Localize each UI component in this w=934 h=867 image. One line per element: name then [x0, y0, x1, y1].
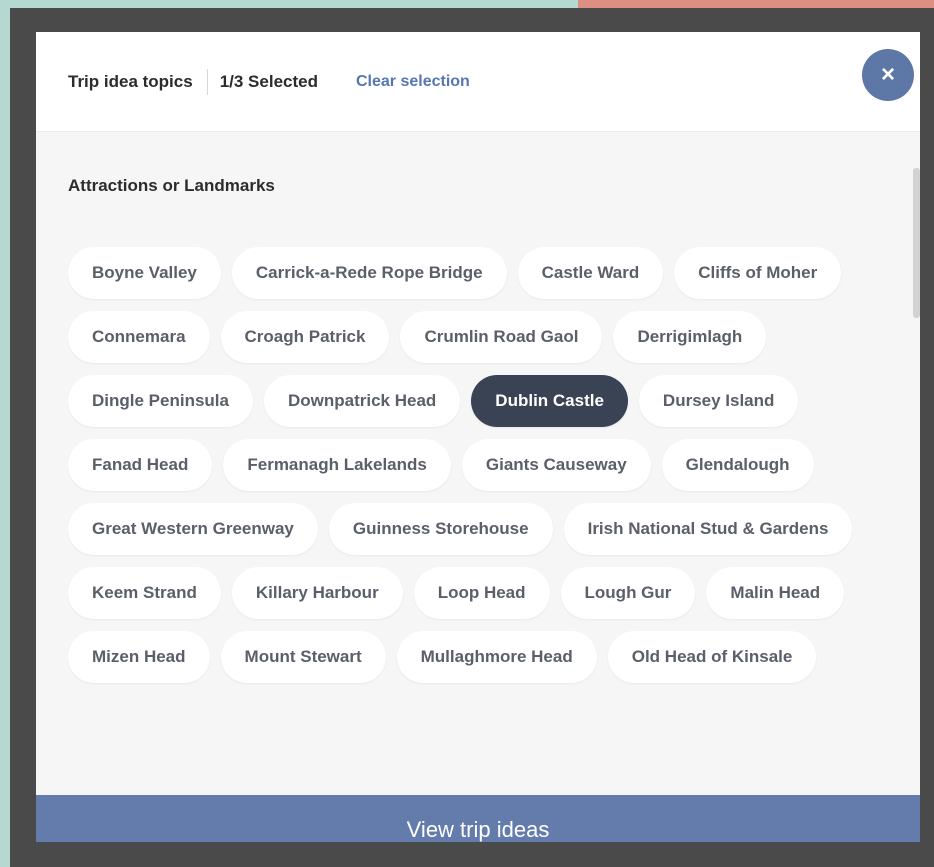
section-title: Attractions or Landmarks — [68, 176, 275, 195]
topic-chip[interactable]: Irish National Stud & Gardens — [563, 503, 853, 555]
topic-chip[interactable]: Cliffs of Moher — [674, 247, 842, 299]
topic-chip[interactable]: Boyne Valley — [68, 247, 221, 299]
topic-chip[interactable]: Lough Gur — [560, 567, 696, 619]
topic-chip[interactable]: Derrigimlagh — [613, 311, 767, 363]
topic-chip[interactable]: Dursey Island — [638, 375, 799, 427]
view-trip-ideas-button[interactable]: View trip ideas — [36, 795, 920, 842]
chip-list: Boyne Valley Carrick-a-Rede Rope Bridge Ca… — [68, 247, 868, 683]
topic-chip[interactable]: Killary Harbour — [231, 567, 403, 619]
topic-chip[interactable]: Glendalough — [661, 439, 814, 491]
header-divider — [206, 68, 208, 95]
topic-chip[interactable]: Crumlin Road Gaol — [400, 311, 603, 363]
topic-chip[interactable]: Malin Head — [706, 567, 845, 619]
topic-chip[interactable]: Mizen Head — [68, 631, 210, 683]
topic-chip[interactable]: Mullaghmore Head — [396, 631, 597, 683]
topic-chip[interactable]: Connemara — [68, 311, 210, 363]
clear-selection-link[interactable]: Clear selection — [356, 73, 470, 91]
topic-chip[interactable]: Dingle Peninsula — [68, 375, 253, 427]
trip-topics-modal: Trip idea topics 1/3 Selected Clear sele… — [36, 32, 920, 842]
topic-chip[interactable]: Downpatrick Head — [263, 375, 461, 427]
topic-chip[interactable]: Fermanagh Lakelands — [223, 439, 451, 491]
topic-chip[interactable]: Dublin Castle — [471, 375, 628, 427]
topic-chip[interactable]: Fanad Head — [68, 439, 213, 491]
close-button[interactable]: × — [862, 49, 914, 101]
topic-chip[interactable]: Great Western Greenway — [68, 503, 318, 555]
topic-chip[interactable]: Loop Head — [413, 567, 550, 619]
view-trip-ideas-label: View trip ideas — [406, 817, 550, 842]
topic-chip[interactable]: Mount Stewart — [220, 631, 386, 683]
topics-scroll-area[interactable]: Attractions or Landmarks Boyne Valley Car… — [36, 132, 920, 795]
modal-title: Trip idea topics — [68, 71, 193, 91]
topic-chip[interactable]: Croagh Patrick — [220, 311, 390, 363]
modal-header: Trip idea topics 1/3 Selected Clear sele… — [36, 32, 920, 132]
topic-chip[interactable]: Guinness Storehouse — [328, 503, 553, 555]
topic-chip[interactable]: Castle Ward — [517, 247, 664, 299]
scrollbar-thumb[interactable] — [913, 168, 920, 318]
topic-chip[interactable]: Giants Causeway — [461, 439, 651, 491]
topic-chip[interactable]: Carrick-a-Rede Rope Bridge — [231, 247, 507, 299]
topic-chip[interactable]: Keem Strand — [68, 567, 221, 619]
selected-count: 1/3 Selected — [219, 71, 318, 91]
close-icon: × — [880, 61, 895, 88]
topic-chip[interactable]: Old Head of Kinsale — [607, 631, 817, 683]
